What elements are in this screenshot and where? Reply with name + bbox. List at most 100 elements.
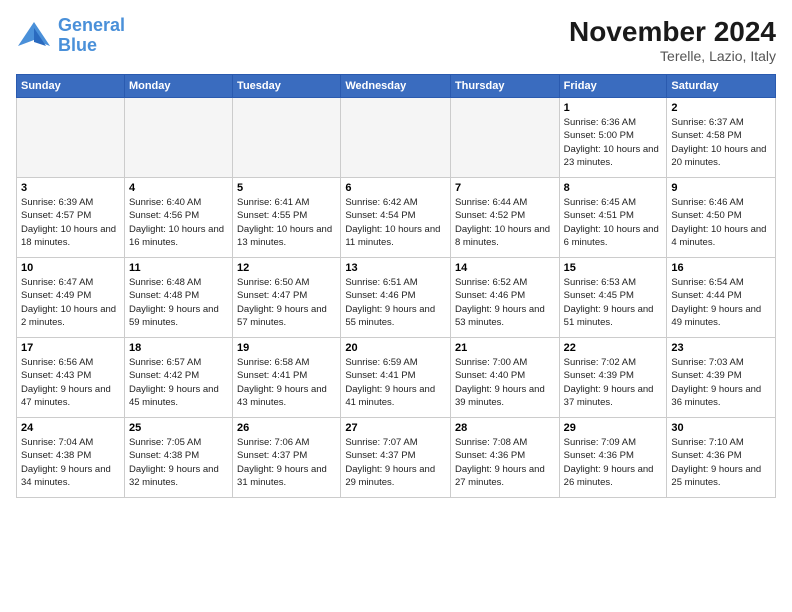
table-cell: 14 Sunrise: 6:52 AMSunset: 4:46 PMDayligh… xyxy=(450,258,559,338)
day-info: Sunrise: 7:03 AMSunset: 4:39 PMDaylight:… xyxy=(671,356,771,409)
table-cell: 3Sunrise: 6:39 AMSunset: 4:57 PMDaylight… xyxy=(17,178,125,258)
table-cell: 25 Sunrise: 7:05 AMSunset: 4:38 PMDayligh… xyxy=(124,418,232,498)
table-cell: 17Sunrise: 6:56 AMSunset: 4:43 PMDayligh… xyxy=(17,338,125,418)
table-cell: 1Sunrise: 6:36 AMSunset: 5:00 PMDaylight… xyxy=(559,98,667,178)
day-number: 18 xyxy=(129,342,228,354)
table-cell: 19Sunrise: 6:58 AMSunset: 4:41 PMDayligh… xyxy=(233,338,341,418)
table-cell: 6 Sunrise: 6:42 AMSunset: 4:54 PMDaylight… xyxy=(341,178,451,258)
table-cell xyxy=(233,98,341,178)
table-cell: 12Sunrise: 6:50 AMSunset: 4:47 PMDayligh… xyxy=(233,258,341,338)
day-number: 23 xyxy=(671,342,771,354)
day-info: Sunrise: 6:40 AMSunset: 4:56 PMDaylight:… xyxy=(129,196,228,249)
day-info: Sunrise: 6:46 AMSunset: 4:50 PMDaylight:… xyxy=(671,196,771,249)
day-number: 13 xyxy=(345,262,446,274)
table-cell: 13 Sunrise: 6:51 AMSunset: 4:46 PMDayligh… xyxy=(341,258,451,338)
logo-line2: Blue xyxy=(58,35,97,55)
day-number: 17 xyxy=(21,342,120,354)
day-number: 26 xyxy=(237,422,336,434)
day-number: 24 xyxy=(21,422,120,434)
table-cell: 9Sunrise: 6:46 AMSunset: 4:50 PMDaylight… xyxy=(667,178,776,258)
table-cell xyxy=(450,98,559,178)
day-info: Sunrise: 6:37 AMSunset: 4:58 PMDaylight:… xyxy=(671,116,771,169)
day-number: 20 xyxy=(345,342,446,354)
table-cell: 22 Sunrise: 7:02 AMSunset: 4:39 PMDayligh… xyxy=(559,338,667,418)
col-thursday: Thursday xyxy=(450,75,559,98)
day-number: 28 xyxy=(455,422,555,434)
day-info: Sunrise: 7:09 AMSunset: 4:36 PMDaylight:… xyxy=(564,436,663,489)
col-wednesday: Wednesday xyxy=(341,75,451,98)
table-cell: 18 Sunrise: 6:57 AMSunset: 4:42 PMDayligh… xyxy=(124,338,232,418)
day-info: Sunrise: 7:02 AMSunset: 4:39 PMDaylight:… xyxy=(564,356,663,409)
table-cell: 11 Sunrise: 6:48 AMSunset: 4:48 PMDayligh… xyxy=(124,258,232,338)
page: General Blue November 2024 Terelle, Lazi… xyxy=(0,0,792,612)
day-info: Sunrise: 7:07 AMSunset: 4:37 PMDaylight:… xyxy=(345,436,446,489)
table-cell: 21Sunrise: 7:00 AMSunset: 4:40 PMDayligh… xyxy=(450,338,559,418)
col-sunday: Sunday xyxy=(17,75,125,98)
table-cell: 27 Sunrise: 7:07 AMSunset: 4:37 PMDayligh… xyxy=(341,418,451,498)
table-cell: 26 Sunrise: 7:06 AMSunset: 4:37 PMDayligh… xyxy=(233,418,341,498)
table-cell: 23 Sunrise: 7:03 AMSunset: 4:39 PMDayligh… xyxy=(667,338,776,418)
title-block: November 2024 Terelle, Lazio, Italy xyxy=(569,16,776,64)
day-info: Sunrise: 6:44 AMSunset: 4:52 PMDaylight:… xyxy=(455,196,555,249)
day-info: Sunrise: 6:36 AMSunset: 5:00 PMDaylight:… xyxy=(564,116,663,169)
day-number: 16 xyxy=(671,262,771,274)
day-info: Sunrise: 6:48 AMSunset: 4:48 PMDaylight:… xyxy=(129,276,228,329)
day-number: 4 xyxy=(129,182,228,194)
table-cell: 28 Sunrise: 7:08 AMSunset: 4:36 PMDayligh… xyxy=(450,418,559,498)
day-info: Sunrise: 6:53 AMSunset: 4:45 PMDaylight:… xyxy=(564,276,663,329)
table-cell: 10 Sunrise: 6:47 AMSunset: 4:49 PMDayligh… xyxy=(17,258,125,338)
day-number: 15 xyxy=(564,262,663,274)
day-number: 19 xyxy=(237,342,336,354)
day-number: 10 xyxy=(21,262,120,274)
week-row-1: 3Sunrise: 6:39 AMSunset: 4:57 PMDaylight… xyxy=(17,178,776,258)
day-number: 11 xyxy=(129,262,228,274)
day-info: Sunrise: 6:42 AMSunset: 4:54 PMDaylight:… xyxy=(345,196,446,249)
table-cell: 4 Sunrise: 6:40 AMSunset: 4:56 PMDaylight… xyxy=(124,178,232,258)
day-info: Sunrise: 7:05 AMSunset: 4:38 PMDaylight:… xyxy=(129,436,228,489)
logo: General Blue xyxy=(16,16,125,56)
day-number: 21 xyxy=(455,342,555,354)
col-monday: Monday xyxy=(124,75,232,98)
location: Terelle, Lazio, Italy xyxy=(569,48,776,64)
day-info: Sunrise: 6:52 AMSunset: 4:46 PMDaylight:… xyxy=(455,276,555,329)
table-cell: 15 Sunrise: 6:53 AMSunset: 4:45 PMDayligh… xyxy=(559,258,667,338)
calendar-header-row: Sunday Monday Tuesday Wednesday Thursday… xyxy=(17,75,776,98)
table-cell: 7 Sunrise: 6:44 AMSunset: 4:52 PMDaylight… xyxy=(450,178,559,258)
day-number: 25 xyxy=(129,422,228,434)
week-row-4: 24 Sunrise: 7:04 AMSunset: 4:38 PMDayligh… xyxy=(17,418,776,498)
week-row-3: 17Sunrise: 6:56 AMSunset: 4:43 PMDayligh… xyxy=(17,338,776,418)
table-cell xyxy=(17,98,125,178)
day-info: Sunrise: 6:41 AMSunset: 4:55 PMDaylight:… xyxy=(237,196,336,249)
day-info: Sunrise: 6:54 AMSunset: 4:44 PMDaylight:… xyxy=(671,276,771,329)
table-cell: 30 Sunrise: 7:10 AMSunset: 4:36 PMDayligh… xyxy=(667,418,776,498)
day-info: Sunrise: 7:08 AMSunset: 4:36 PMDaylight:… xyxy=(455,436,555,489)
day-number: 6 xyxy=(345,182,446,194)
day-number: 27 xyxy=(345,422,446,434)
table-cell: 29 Sunrise: 7:09 AMSunset: 4:36 PMDayligh… xyxy=(559,418,667,498)
day-number: 22 xyxy=(564,342,663,354)
table-cell: 8Sunrise: 6:45 AMSunset: 4:51 PMDaylight… xyxy=(559,178,667,258)
day-info: Sunrise: 7:06 AMSunset: 4:37 PMDaylight:… xyxy=(237,436,336,489)
day-number: 30 xyxy=(671,422,771,434)
day-number: 7 xyxy=(455,182,555,194)
day-info: Sunrise: 7:10 AMSunset: 4:36 PMDaylight:… xyxy=(671,436,771,489)
table-cell xyxy=(341,98,451,178)
week-row-2: 10 Sunrise: 6:47 AMSunset: 4:49 PMDayligh… xyxy=(17,258,776,338)
table-cell: 2 Sunrise: 6:37 AMSunset: 4:58 PMDaylight… xyxy=(667,98,776,178)
table-cell xyxy=(124,98,232,178)
day-info: Sunrise: 6:50 AMSunset: 4:47 PMDaylight:… xyxy=(237,276,336,329)
table-cell: 24 Sunrise: 7:04 AMSunset: 4:38 PMDayligh… xyxy=(17,418,125,498)
logo-line1: General xyxy=(58,15,125,35)
day-info: Sunrise: 6:51 AMSunset: 4:46 PMDaylight:… xyxy=(345,276,446,329)
day-number: 29 xyxy=(564,422,663,434)
header: General Blue November 2024 Terelle, Lazi… xyxy=(16,16,776,64)
table-cell: 16 Sunrise: 6:54 AMSunset: 4:44 PMDayligh… xyxy=(667,258,776,338)
day-info: Sunrise: 6:59 AMSunset: 4:41 PMDaylight:… xyxy=(345,356,446,409)
day-info: Sunrise: 6:57 AMSunset: 4:42 PMDaylight:… xyxy=(129,356,228,409)
day-info: Sunrise: 7:04 AMSunset: 4:38 PMDaylight:… xyxy=(21,436,120,489)
logo-icon xyxy=(16,18,52,54)
logo-text: General Blue xyxy=(58,16,125,56)
day-number: 2 xyxy=(671,102,771,114)
day-info: Sunrise: 6:47 AMSunset: 4:49 PMDaylight:… xyxy=(21,276,120,329)
day-number: 14 xyxy=(455,262,555,274)
